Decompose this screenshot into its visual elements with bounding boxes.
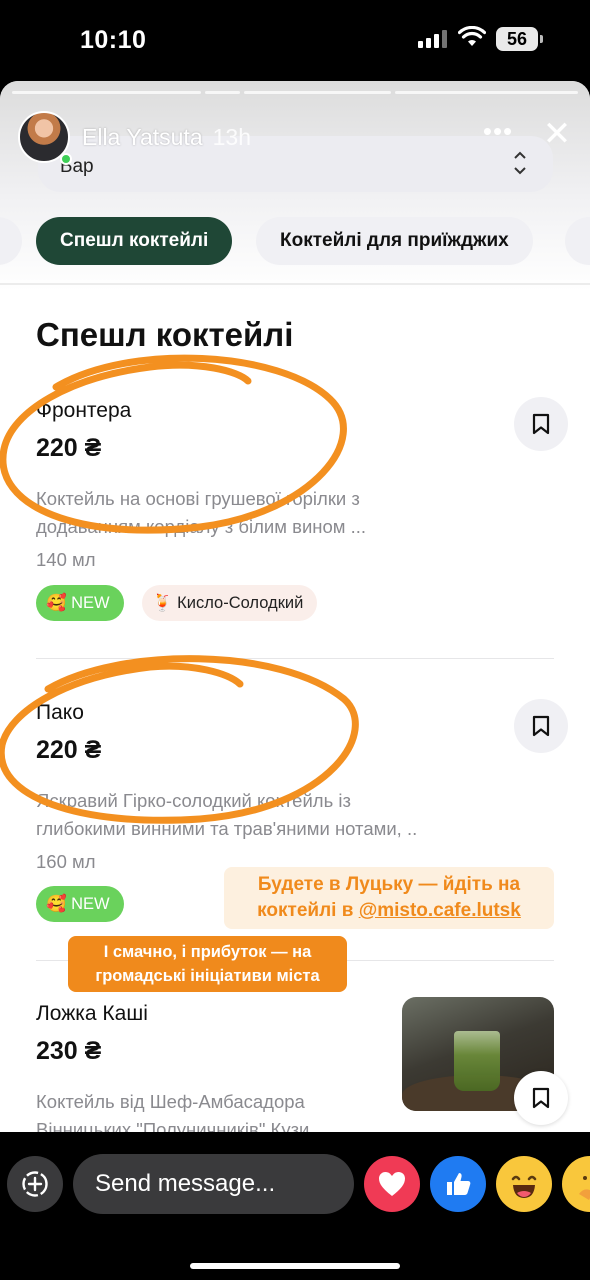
tag-label: Кисло-Солодкий bbox=[177, 594, 304, 612]
story-viewer[interactable]: Бар Ella Yatsuta 13h ••• ✕ Спешл коктейл… bbox=[0, 81, 590, 1132]
like-reaction-button[interactable] bbox=[430, 1156, 486, 1212]
home-indicator[interactable] bbox=[190, 1263, 400, 1269]
bookmark-button[interactable] bbox=[514, 1071, 568, 1125]
story-text-sticker: Будете в Луцьку — йдіть на коктейлі в @m… bbox=[224, 867, 554, 929]
tag-emoji: 🍹 bbox=[152, 594, 173, 612]
tab-special-cocktails[interactable]: Спешл коктейлі bbox=[36, 217, 233, 265]
up-down-chevron-icon bbox=[513, 149, 527, 179]
laugh-reaction-button[interactable] bbox=[496, 1156, 552, 1212]
sticker-line: коктейлі в @misto.cafe.lutsk bbox=[257, 900, 521, 921]
camera-plus-icon bbox=[22, 1171, 48, 1197]
bookmark-icon bbox=[532, 1087, 550, 1109]
hug-reaction-button[interactable] bbox=[562, 1156, 590, 1212]
menu-item-description: Коктейль від Шеф-Амбасадора Вінницьких "… bbox=[36, 1091, 325, 1132]
story-progress-bars bbox=[12, 91, 578, 94]
tag-emoji: 🥰 bbox=[46, 594, 67, 612]
category-tabs: Спешл коктейлі Коктейлі для приїжджих bbox=[0, 217, 590, 267]
status-time: 10:10 bbox=[80, 26, 147, 54]
battery-indicator: 56 bbox=[496, 27, 543, 51]
hugging-face-icon bbox=[579, 1176, 590, 1200]
bookmark-button[interactable] bbox=[514, 699, 568, 753]
author-name[interactable]: Ella Yatsuta bbox=[82, 124, 203, 151]
more-options-icon[interactable]: ••• bbox=[478, 118, 518, 151]
tag-label: NEW bbox=[71, 895, 110, 913]
divider bbox=[36, 658, 554, 659]
laughing-face-icon bbox=[511, 1175, 537, 1198]
menu-item-price: 220 ₴ bbox=[36, 434, 102, 462]
menu-item-name[interactable]: Фронтера bbox=[36, 399, 131, 423]
sticker-line: громадські ініціативи міста bbox=[95, 967, 320, 985]
tab-cocktails-for-visitors[interactable]: Коктейлі для приїжджих bbox=[256, 217, 533, 265]
heart-icon bbox=[379, 1172, 405, 1196]
tag-emoji: 🥰 bbox=[46, 895, 67, 913]
menu-item-volume: 140 мл bbox=[36, 549, 96, 570]
tag-taste: 🍹 Кисло-Солодкий bbox=[142, 585, 318, 621]
menu-item-description: Яскравий Гірко-солодкий коктейль із глиб… bbox=[36, 790, 418, 839]
cellular-signal-icon bbox=[418, 30, 447, 48]
story-author[interactable]: Ella Yatsuta 13h bbox=[18, 111, 251, 165]
heart-reaction-button[interactable] bbox=[364, 1156, 420, 1212]
story-timestamp: 13h bbox=[212, 123, 251, 150]
tag-label: NEW bbox=[71, 594, 110, 612]
camera-button[interactable] bbox=[7, 1156, 63, 1212]
message-input[interactable]: Send message... bbox=[73, 1154, 354, 1214]
online-status-dot bbox=[60, 153, 72, 165]
divider bbox=[0, 283, 590, 285]
status-bar: 10:10 56 bbox=[0, 0, 590, 80]
close-icon[interactable]: ✕ bbox=[540, 117, 574, 153]
wifi-icon bbox=[457, 25, 487, 53]
menu-item-name[interactable]: Пако bbox=[36, 701, 84, 725]
bookmark-icon bbox=[532, 413, 550, 435]
thumbs-up-icon bbox=[447, 1173, 471, 1195]
mention-link[interactable]: @misto.cafe.lutsk bbox=[359, 900, 521, 921]
menu-item-volume: 160 мл bbox=[36, 851, 96, 872]
bookmark-icon bbox=[532, 715, 550, 737]
message-composer: Send message... bbox=[0, 1132, 590, 1280]
tag-new: 🥰 NEW bbox=[36, 585, 124, 621]
tab-next-partial[interactable] bbox=[565, 217, 590, 265]
menu-item-name[interactable]: Ложка Каші bbox=[36, 1002, 148, 1026]
section-title: Спешл коктейлі bbox=[36, 316, 294, 353]
sticker-line: І смачно, і прибуток — на bbox=[103, 943, 312, 961]
story-text-sticker: І смачно, і прибуток — на громадські іні… bbox=[68, 936, 347, 992]
bookmark-button[interactable] bbox=[514, 397, 568, 451]
avatar[interactable] bbox=[18, 111, 72, 165]
menu-item-price: 220 ₴ bbox=[36, 736, 102, 764]
sticker-line: Будете в Луцьку — йдіть на bbox=[257, 874, 521, 895]
tag-new: 🥰 NEW bbox=[36, 886, 124, 922]
menu-item-price: 230 ₴ bbox=[36, 1037, 102, 1065]
menu-item-description: Коктейль на основі грушевої горілки з до… bbox=[36, 488, 367, 537]
tab-previous-partial[interactable] bbox=[0, 217, 22, 265]
